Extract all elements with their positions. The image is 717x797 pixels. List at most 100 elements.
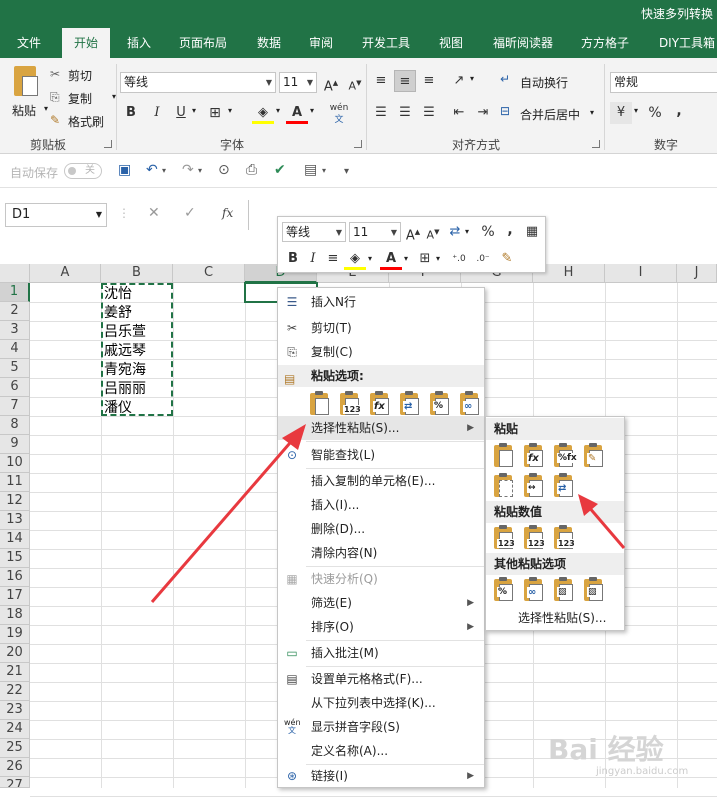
tab-home[interactable]: 开始 xyxy=(62,28,110,58)
tab-data[interactable]: 数据 xyxy=(248,28,290,58)
splitter-icon[interactable]: ⋮ xyxy=(118,206,130,220)
row-header[interactable]: 18 xyxy=(0,606,30,625)
row-header[interactable]: 14 xyxy=(0,530,30,549)
cell-b1[interactable]: 沈怡 xyxy=(104,283,132,303)
increase-indent-button[interactable]: ⇥ xyxy=(472,102,494,124)
row-header[interactable]: 7 xyxy=(0,397,30,416)
row-header[interactable]: 25 xyxy=(0,739,30,758)
col-header-a[interactable]: A xyxy=(30,264,101,283)
row-header[interactable]: 8 xyxy=(0,416,30,435)
paste-no-borders-icon[interactable] xyxy=(492,473,516,501)
number-format-combo[interactable]: 常规 xyxy=(610,72,717,93)
undo-dropdown-icon[interactable]: ▾ xyxy=(162,166,166,175)
alignment-launcher-icon[interactable] xyxy=(592,140,600,148)
paste-transpose-icon[interactable]: ⇄ xyxy=(552,473,576,501)
col-header-i[interactable]: I xyxy=(605,264,677,283)
merge-center-button[interactable]: 合并后居中 xyxy=(520,106,580,123)
cell-b4[interactable]: 戚远琴 xyxy=(104,340,146,360)
row-header[interactable]: 21 xyxy=(0,663,30,682)
mini-format-table-icon[interactable]: ▦ xyxy=(521,221,543,243)
menu-item-filter[interactable]: 筛选(E) ▶ xyxy=(278,591,484,615)
insert-function-button[interactable]: fx xyxy=(222,206,233,220)
paste-formatting-icon[interactable]: % xyxy=(492,577,516,605)
enter-icon[interactable]: ✓ xyxy=(184,205,196,221)
currency-button[interactable]: ¥ xyxy=(610,102,632,124)
fill-dropdown-icon[interactable]: ▾ xyxy=(276,106,280,115)
mini-center-icon[interactable]: ≡ xyxy=(322,248,344,270)
menu-item-insert[interactable]: 插入(I)... xyxy=(278,493,484,517)
paste-keep-width-icon[interactable]: ↔ xyxy=(522,473,546,501)
row-header[interactable]: 24 xyxy=(0,720,30,739)
menu-item-copy[interactable]: ⎘ 复制(C) xyxy=(278,340,484,364)
fill-color-button[interactable]: ◈ xyxy=(252,102,274,124)
menu-item-format-cells[interactable]: ▤ 设置单元格格式(F)... xyxy=(278,667,484,691)
paste-formula-number-format-icon[interactable]: %fx xyxy=(552,443,578,471)
mini-italic-button[interactable]: I xyxy=(302,248,324,270)
phonetic-button[interactable]: wén 文 xyxy=(328,102,350,125)
paste-default-icon[interactable] xyxy=(308,391,332,419)
redo-dropdown-icon[interactable]: ▾ xyxy=(198,166,202,175)
mini-comma-button[interactable]: , xyxy=(499,219,521,241)
row-header[interactable]: 15 xyxy=(0,549,30,568)
menu-item-delete[interactable]: 删除(D)... xyxy=(278,517,484,541)
paste-linked-picture-icon[interactable]: ▧ xyxy=(582,577,606,605)
orientation-dropdown-icon[interactable]: ▾ xyxy=(470,74,474,83)
font-size-combo[interactable]: 11 ▼ xyxy=(279,72,317,93)
menu-item-clear-contents[interactable]: 清除内容(N) xyxy=(278,541,484,565)
paste-button[interactable] xyxy=(10,66,42,102)
cut-button[interactable]: 剪切 xyxy=(68,67,92,84)
align-right-button[interactable]: ☰ xyxy=(418,102,440,124)
row-header[interactable]: 10 xyxy=(0,454,30,473)
mini-font-color-icon[interactable]: A xyxy=(380,248,402,270)
menu-item-insert-comment[interactable]: ▭ 插入批注(M) xyxy=(278,641,484,665)
mini-percent-button[interactable]: % xyxy=(477,221,499,243)
mini-decrease-decimal-icon[interactable]: .0⁻ xyxy=(472,248,494,270)
grow-font-button[interactable]: A▲ xyxy=(320,72,342,94)
paste-formatting-icon[interactable]: % xyxy=(428,391,452,419)
row-header[interactable]: 27 xyxy=(0,777,30,788)
currency-dropdown-icon[interactable]: ▾ xyxy=(634,106,638,115)
row-header[interactable]: 23 xyxy=(0,701,30,720)
menu-item-define-name[interactable]: 定义名称(A)... xyxy=(278,739,484,763)
row-header[interactable]: 6 xyxy=(0,378,30,397)
paste-values-number-format-icon[interactable]: 123 xyxy=(522,525,546,553)
clipboard-launcher-icon[interactable] xyxy=(104,140,112,148)
paste-picture-icon[interactable]: ▨ xyxy=(552,577,576,605)
align-bottom-button[interactable]: ≡ xyxy=(418,70,440,92)
row-header[interactable]: 17 xyxy=(0,587,30,606)
italic-button[interactable]: I xyxy=(146,102,168,124)
tab-developer[interactable]: 开发工具 xyxy=(352,28,420,58)
menu-item-quick-analysis[interactable]: ▦ 快速分析(Q) xyxy=(278,567,484,591)
cell-b2[interactable]: 姜舒 xyxy=(104,302,132,322)
cell-b5[interactable]: 青宛海 xyxy=(104,359,146,379)
cell-b3[interactable]: 吕乐萱 xyxy=(104,321,146,341)
chevron-down-icon[interactable]: ▾ xyxy=(404,254,408,263)
mini-font-name-combo[interactable]: 等线 ▼ xyxy=(282,222,346,242)
camera-icon[interactable]: ⊙ xyxy=(218,162,230,178)
cancel-icon[interactable]: ✕ xyxy=(148,205,160,221)
col-header-c[interactable]: C xyxy=(173,264,245,283)
menu-item-cut[interactable]: ✂ 剪切(T) xyxy=(278,316,484,340)
percent-button[interactable]: % xyxy=(644,102,666,124)
row-header[interactable]: 3 xyxy=(0,321,30,340)
underline-button[interactable]: U xyxy=(170,102,192,124)
submenu-paste-special-item[interactable]: 选择性粘贴(S)... xyxy=(518,609,606,626)
font-color-dropdown-icon[interactable]: ▾ xyxy=(310,106,314,115)
mini-format-painter-icon[interactable]: ✎ xyxy=(496,248,518,270)
paste-keep-source-format-icon[interactable]: ✎ xyxy=(582,443,606,471)
border-dropdown-icon[interactable]: ▾ xyxy=(228,106,232,115)
cell-b6[interactable]: 吕丽丽 xyxy=(104,378,146,398)
row-header[interactable]: 11 xyxy=(0,473,30,492)
font-launcher-icon[interactable] xyxy=(354,140,362,148)
mini-increase-decimal-icon[interactable]: ⁺.0 xyxy=(448,248,470,270)
paste-values-source-format-icon[interactable]: 123 xyxy=(552,525,576,553)
paste-dropdown-icon[interactable]: ▾ xyxy=(44,104,48,113)
col-header-b[interactable]: B xyxy=(101,264,173,283)
tab-fangfang[interactable]: 方方格子 xyxy=(572,28,638,58)
bold-button[interactable]: B xyxy=(120,102,142,124)
tab-page-layout[interactable]: 页面布局 xyxy=(170,28,236,58)
mini-shrink-font-icon[interactable]: A▼ xyxy=(422,221,444,243)
print-preview-icon[interactable]: ⎙ xyxy=(246,162,257,178)
wrap-text-button[interactable]: 自动换行 xyxy=(520,74,568,91)
mini-fill-bucket-icon[interactable]: ◈ xyxy=(344,248,366,270)
